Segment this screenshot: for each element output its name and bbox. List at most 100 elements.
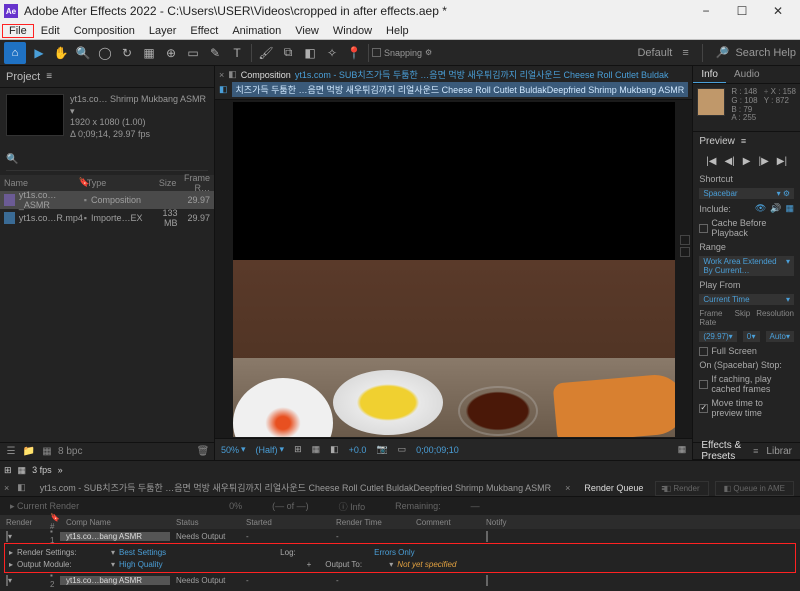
prev-frame-icon[interactable]: ◀| — [725, 156, 735, 167]
close-tab-icon[interactable]: × — [565, 483, 570, 493]
composition-canvas[interactable] — [233, 102, 675, 437]
last-frame-icon[interactable]: ▶| — [777, 156, 787, 167]
resolution-dropdown[interactable]: (Half) ▾ — [256, 444, 285, 455]
new-folder-icon[interactable]: 📁 — [22, 446, 36, 458]
output-module-value[interactable]: High Quality — [119, 560, 163, 569]
brush-tool-icon[interactable]: 🖌 — [256, 43, 276, 63]
move-time-checkbox[interactable] — [699, 404, 708, 413]
project-item-row[interactable]: yt1s.co…R.mp4 ▪ Importe…EX 133 MB 29.97 — [0, 209, 214, 227]
view-layout-icon[interactable]: ▦ — [678, 444, 687, 455]
search-help[interactable]: 🔎 Search Help — [716, 46, 796, 59]
new-comp-icon[interactable]: ▦ — [40, 446, 54, 458]
grid-button[interactable]: ⊞ — [294, 444, 302, 455]
render-queue-tab[interactable]: Render Queue — [578, 481, 649, 495]
timeline-snap-icon[interactable]: ▦ — [18, 465, 27, 476]
cache-checkbox[interactable] — [699, 224, 708, 233]
include-overlays-icon[interactable]: ▦ — [785, 203, 794, 214]
menu-edit[interactable]: Edit — [34, 24, 67, 38]
zoom-tool-icon[interactable]: 🔍 — [73, 43, 93, 63]
range-dropdown[interactable]: Work Area Extended By Current…▾ — [699, 256, 794, 276]
audio-tab[interactable]: Audio — [726, 67, 768, 82]
render-queue-item[interactable]: ▾ ▪ 1 yt1s.co…bang ASMR Needs Output - - — [0, 529, 800, 543]
close-tab-icon[interactable]: × — [4, 483, 9, 493]
minimize-button[interactable]: − — [688, 0, 724, 22]
project-tab[interactable]: Project — [6, 71, 40, 83]
snapshot-icon[interactable]: 📷 — [376, 444, 387, 455]
render-queue-item[interactable]: ▾ ▪ 2 yt1s.co…bang ASMR Needs Output - - — [0, 573, 800, 587]
include-audio-icon[interactable]: 🔊 — [770, 203, 781, 214]
menu-animation[interactable]: Animation — [225, 24, 288, 38]
eraser-tool-icon[interactable]: ◧ — [300, 43, 320, 63]
queue-in-ame-button[interactable]: ◧ Queue in AME — [715, 481, 794, 496]
bpc-toggle[interactable]: 8 bpc — [58, 446, 82, 457]
timeline-overflow-icon[interactable]: » — [58, 465, 63, 475]
info-tab[interactable]: Info — [693, 67, 726, 83]
home-button[interactable]: ⌂ — [4, 42, 26, 64]
snapping-toggle[interactable]: Snapping ⚙ — [372, 48, 432, 58]
viewer-button[interactable] — [680, 235, 690, 245]
pan-behind-tool-icon[interactable]: ⊕ — [161, 43, 181, 63]
skip-dropdown[interactable]: 0▾ — [743, 331, 760, 342]
maximize-button[interactable]: ☐ — [724, 0, 760, 22]
render-checkbox[interactable] — [6, 575, 8, 586]
preview-tab[interactable]: Preview — [699, 136, 735, 147]
current-time[interactable]: 0;00;09;10 — [416, 445, 459, 455]
orbit-tool-icon[interactable]: ◯ — [95, 43, 115, 63]
close-button[interactable]: ✕ — [760, 0, 796, 22]
composition-tab-active[interactable]: 치즈가득 두툼한 …음면 먹방 새우튀김까지 리얼사운드 Cheese Roll… — [232, 82, 689, 97]
libraries-tab[interactable]: Librar — [758, 444, 800, 459]
render-button[interactable]: ◧ Render — [655, 481, 709, 496]
notify-checkbox[interactable] — [486, 531, 488, 542]
camera-tool-icon[interactable]: ▦ — [139, 43, 159, 63]
workspace-menu-icon[interactable]: ≡ — [682, 47, 688, 59]
selection-tool-icon[interactable]: ▶ — [29, 43, 49, 63]
workspace-dropdown[interactable]: Default — [637, 47, 672, 59]
resolution-dropdown[interactable]: Auto▾ — [766, 331, 794, 342]
next-frame-icon[interactable]: |▶ — [759, 156, 769, 167]
hand-tool-icon[interactable]: ✋ — [51, 43, 71, 63]
menu-view[interactable]: View — [288, 24, 326, 38]
first-frame-icon[interactable]: |◀ — [706, 156, 716, 167]
roto-tool-icon[interactable]: ✧ — [322, 43, 342, 63]
mask-button[interactable]: ◧ — [330, 444, 339, 455]
menu-effect[interactable]: Effect — [183, 24, 225, 38]
viewer-button[interactable] — [680, 247, 690, 257]
timeline-comp-tab[interactable]: yt1s.com - SUB치즈가득 두툼한 …음면 먹방 새우튀김까지 리얼사… — [34, 479, 557, 496]
log-value[interactable]: Errors Only — [374, 548, 414, 557]
play-icon[interactable]: ▶ — [743, 156, 751, 167]
project-item-row[interactable]: yt1s.co…_ASMR ▪ Composition 29.97 — [0, 191, 214, 209]
timeline-lock-icon[interactable]: ⊞ — [4, 465, 12, 476]
channel-button[interactable]: ▦ — [312, 444, 321, 455]
include-video-icon[interactable]: 👁 — [755, 203, 766, 214]
pen-tool-icon[interactable]: ✎ — [205, 43, 225, 63]
composition-tab[interactable]: yt1s.com - SUB치즈가득 두툼한 …음면 먹방 새우튀김까지 리얼사… — [295, 68, 669, 81]
shape-tool-icon[interactable]: ▭ — [183, 43, 203, 63]
output-to-value[interactable]: Not yet specified — [397, 560, 456, 569]
if-caching-checkbox[interactable] — [699, 380, 708, 389]
show-snapshot-icon[interactable]: ▭ — [398, 444, 407, 455]
menu-window[interactable]: Window — [326, 24, 379, 38]
menu-help[interactable]: Help — [379, 24, 416, 38]
zoom-dropdown[interactable]: 50% ▾ — [221, 444, 246, 455]
trash-icon[interactable]: 🗑 — [196, 446, 210, 458]
add-output-icon[interactable]: + — [307, 560, 312, 569]
type-tool-icon[interactable]: T — [227, 43, 247, 63]
interpret-footage-icon[interactable]: ☰ — [4, 446, 18, 458]
menu-file[interactable]: File — [2, 24, 34, 38]
notify-checkbox[interactable] — [486, 575, 488, 586]
framerate-dropdown[interactable]: (29.97)▾ — [699, 331, 736, 342]
render-settings-value[interactable]: Best Settings — [119, 548, 166, 557]
effects-presets-tab[interactable]: Effects & Presets — [693, 438, 753, 461]
rotate-tool-icon[interactable]: ↻ — [117, 43, 137, 63]
shortcut-dropdown[interactable]: Spacebar▾ ⚙ — [699, 188, 794, 199]
menu-composition[interactable]: Composition — [67, 24, 142, 38]
puppet-tool-icon[interactable]: 📍 — [344, 43, 364, 63]
panel-menu-icon[interactable]: ≡ — [46, 71, 52, 82]
playfrom-dropdown[interactable]: Current Time▾ — [699, 294, 794, 305]
render-checkbox[interactable] — [6, 531, 8, 542]
clone-tool-icon[interactable]: ⧉ — [278, 43, 298, 63]
menu-layer[interactable]: Layer — [142, 24, 184, 38]
project-search[interactable]: 🔍 — [6, 151, 208, 171]
exposure-value[interactable]: +0.0 — [349, 445, 367, 455]
fullscreen-checkbox[interactable] — [699, 347, 708, 356]
